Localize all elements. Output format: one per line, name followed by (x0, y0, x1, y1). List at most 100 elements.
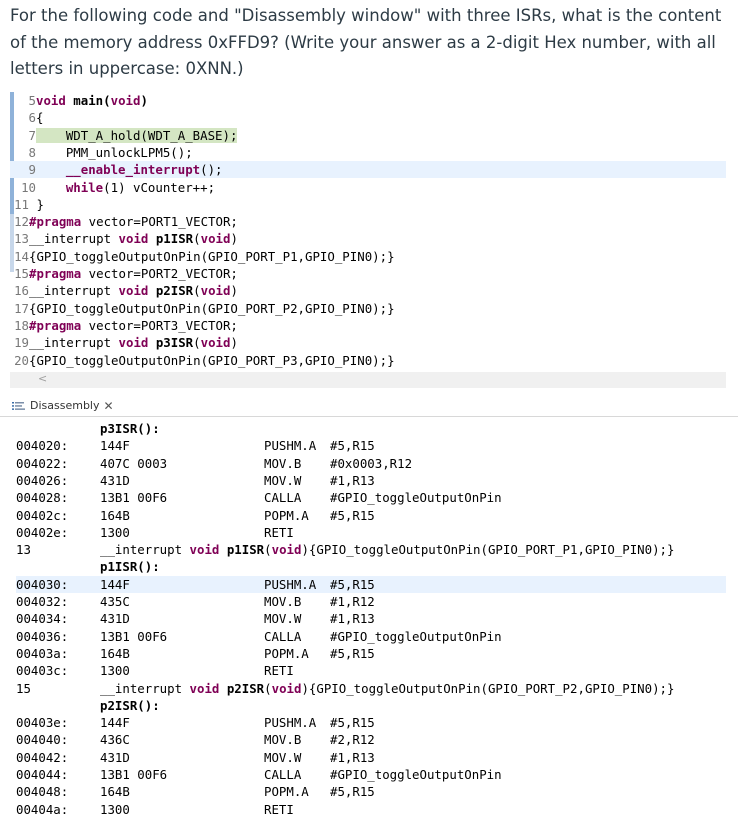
instruction-row[interactable]: 004020: 144F PUSHM.A #5,R15 (16, 437, 726, 454)
mnemonic: MOV.B (264, 455, 302, 471)
operands: #1,R12 (330, 594, 375, 609)
code-text: #pragma vector=PORT1_VECTOR; (29, 214, 238, 229)
keyword-token: void (200, 231, 231, 247)
source-line-row[interactable]: 15 __interrupt void p2ISR(void){GPIO_togg… (16, 680, 726, 697)
editor-horizontal-scrollbar[interactable]: < (10, 372, 726, 388)
code-token: } (29, 196, 44, 212)
code-text: __interrupt void p3ISR(void) (29, 335, 238, 350)
code-text: #pragma vector=PORT2_VECTOR; (29, 266, 238, 281)
instruction-row[interactable]: 00403a: 164B POPM.A #5,R15 (16, 645, 726, 662)
code-token: ( (193, 283, 201, 299)
address: 004034: (16, 611, 69, 627)
code-token: {GPIO_toggleOutputOnPin(GPIO_PORT_P2,GPI… (29, 300, 395, 316)
source-line-row[interactable]: 13 __interrupt void p1ISR(void){GPIO_togg… (16, 541, 726, 558)
instruction-row[interactable]: 00403e: 144F PUSHM.A #5,R15 (16, 714, 726, 731)
code-token: ( (193, 335, 201, 351)
code-token: p2ISR (226, 680, 265, 696)
instruction-row[interactable]: 00403c: 1300 RETI (16, 662, 726, 679)
instruction-row[interactable]: 004034: 431D MOV.W #1,R13 (16, 610, 726, 627)
function-label-row[interactable]: p1ISR(): (16, 558, 726, 575)
code-line: 19__interrupt void p3ISR(void) (10, 334, 726, 351)
mnemonic: POPM.A (264, 784, 309, 800)
mnemonic: RETI (264, 663, 294, 679)
instruction-row[interactable]: 004022: 407C 0003 MOV.B #0x0003,R12 (16, 455, 726, 472)
function-label-row[interactable]: p2ISR(): (16, 697, 726, 714)
source-code: __interrupt void p2ISR(void){GPIO_toggle… (100, 680, 674, 697)
address: 00403e: (16, 715, 69, 731)
opcode: 13B1 00F6 (100, 767, 168, 782)
operands: #5,R15 (330, 507, 375, 523)
tab-disassembly[interactable]: Disassembly ✕ (8, 396, 118, 415)
code-token: __interrupt (29, 335, 119, 351)
function-label-row[interactable]: p3ISR(): (16, 420, 726, 437)
line-number: 13 (14, 231, 29, 247)
disassembly-view[interactable]: p3ISR(): 004020: 144F PUSHM.A #5,R15 004022: 4… (0, 418, 738, 830)
scroll-left-icon[interactable]: < (38, 372, 47, 385)
keyword-token: void (118, 283, 149, 299)
opcode: 144F (100, 438, 130, 454)
address: 004028: (16, 490, 69, 506)
keyword-token: void (271, 542, 302, 558)
line-number: 20 (14, 352, 29, 368)
line-number: 10 (21, 179, 36, 195)
line-number: 18 (14, 317, 29, 333)
source-line-number: 15 (16, 680, 31, 696)
instruction-row[interactable]: 004030: 144F PUSHM.A #5,R15 (16, 575, 726, 593)
line-number: 14 (14, 248, 29, 264)
operands: #2,R12 (330, 732, 375, 748)
operands: #1,R13 (330, 472, 375, 488)
operands: #GPIO_toggleOutputOnPin (330, 767, 502, 782)
code-token: __interrupt (100, 542, 190, 558)
instruction-row[interactable]: 004026: 431D MOV.W #1,R13 (16, 472, 726, 489)
code-text: __interrupt void p2ISR(void) (29, 283, 238, 298)
code-token: vector=PORT3_VECTOR; (81, 317, 238, 333)
code-line: 5void main(void) (10, 92, 726, 109)
opcode: 1300 (100, 663, 130, 679)
opcode: 436C (100, 732, 130, 748)
code-token: {GPIO_toggleOutputOnPin(GPIO_PORT_P3,GPI… (29, 352, 395, 368)
code-line: 7 WDT_A_hold(WDT_A_BASE); (10, 127, 726, 144)
opcode: 435C (100, 594, 130, 609)
code-token: main( (65, 93, 111, 108)
instruction-row[interactable]: 004044: 13B1 00F6 CALLA #GPIO_toggleOutputO… (16, 766, 726, 783)
code-line: 20{GPIO_toggleOutputOnPin(GPIO_PORT_P3,G… (10, 352, 726, 369)
code-token: ){GPIO_toggleOutputOnPin(GPIO_PORT_P2,GP… (301, 680, 675, 696)
instruction-row[interactable]: 004028: 13B1 00F6 CALLA #GPIO_toggleOutputO… (16, 489, 726, 506)
instruction-row[interactable]: 004048: 164B POPM.A #5,R15 (16, 783, 726, 800)
mnemonic: MOV.B (264, 732, 302, 748)
question-text: For the following code and "Disassembly … (10, 6, 722, 78)
code-token: vector=PORT1_VECTOR; (81, 214, 238, 230)
operands: #1,R13 (330, 749, 375, 765)
mnemonic: MOV.W (264, 472, 302, 488)
code-line: 16__interrupt void p2ISR(void) (10, 282, 726, 299)
instruction-row[interactable]: 004040: 436C MOV.B #2,R12 (16, 731, 726, 748)
line-number: 5 (28, 93, 36, 108)
mnemonic: MOV.W (264, 749, 302, 765)
instruction-row[interactable]: 00404a: 1300 RETI (16, 801, 726, 818)
close-icon[interactable]: ✕ (104, 399, 114, 413)
code-token: ( (264, 542, 272, 558)
address: 004032: (16, 594, 69, 609)
function-label: p1ISR(): (100, 559, 160, 575)
mnemonic: PUSHM.A (264, 438, 317, 454)
instruction-row[interactable]: 00402c: 164B POPM.A #5,R15 (16, 507, 726, 524)
function-label: p3ISR(): (100, 421, 160, 436)
line-number: 17 (14, 300, 29, 316)
source-code: __interrupt void p1ISR(void){GPIO_toggle… (100, 541, 674, 558)
instruction-row[interactable]: 004036: 13B1 00F6 CALLA #GPIO_toggleOutputO… (16, 628, 726, 645)
instruction-row[interactable]: 004042: 431D MOV.W #1,R13 (16, 749, 726, 766)
line-number: 8 (28, 144, 36, 160)
disassembly-icon (12, 401, 25, 410)
code-text: {GPIO_toggleOutputOnPin(GPIO_PORT_P3,GPI… (29, 353, 395, 368)
mnemonic: RETI (264, 801, 294, 817)
operands: #5,R15 (330, 645, 375, 661)
operands: #5,R15 (330, 784, 375, 800)
mnemonic: CALLA (264, 490, 302, 506)
function-label: p2ISR(): (100, 697, 160, 713)
instruction-row[interactable]: 00402e: 1300 RETI (16, 524, 726, 541)
source-line-number: 13 (16, 542, 31, 558)
instruction-row[interactable]: 004032: 435C MOV.B #1,R12 (16, 593, 726, 610)
code-editor[interactable]: 5void main(void) 6{7 WDT_A_hold(WDT_A_BAS… (10, 92, 726, 388)
code-token: __interrupt (29, 283, 119, 299)
